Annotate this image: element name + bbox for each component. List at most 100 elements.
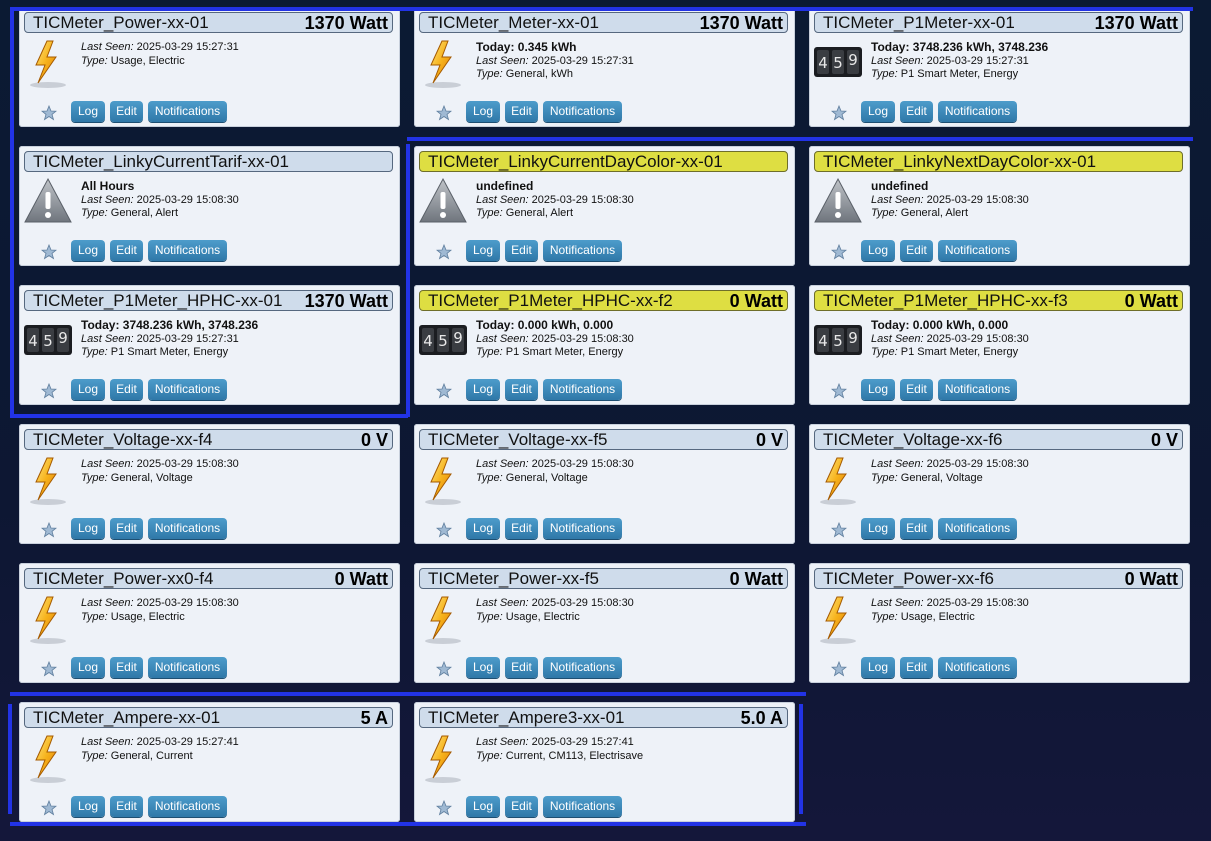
edit-button[interactable]: Edit [110,379,143,400]
log-button[interactable]: Log [71,240,105,261]
favorite-star-icon[interactable] [435,382,453,399]
alert-icon[interactable] [23,176,73,226]
device-name[interactable]: TICMeter_LinkyCurrentTarif-xx-01 [33,152,289,172]
log-button[interactable]: Log [71,379,105,400]
notifications-button[interactable]: Notifications [543,379,622,400]
favorite-star-icon[interactable] [40,521,58,538]
edit-button[interactable]: Edit [110,240,143,261]
lightning-icon[interactable] [418,37,468,88]
notifications-button[interactable]: Notifications [938,379,1017,400]
device-name[interactable]: TICMeter_Voltage-xx-f6 [823,430,1003,450]
device-title-bar[interactable]: TICMeter_Voltage-xx-f6 0 V [814,429,1183,450]
alert-icon[interactable] [418,176,468,226]
edit-button[interactable]: Edit [110,518,143,539]
notifications-button[interactable]: Notifications [148,379,227,400]
notifications-button[interactable]: Notifications [543,240,622,261]
edit-button[interactable]: Edit [900,379,933,400]
device-name[interactable]: TICMeter_Power-xx-01 [33,13,209,33]
notifications-button[interactable]: Notifications [938,101,1017,122]
device-title-bar[interactable]: TICMeter_P1Meter-xx-01 1370 Watt [814,12,1183,33]
edit-button[interactable]: Edit [110,101,143,122]
edit-button[interactable]: Edit [505,379,538,400]
notifications-button[interactable]: Notifications [543,657,622,678]
favorite-star-icon[interactable] [435,799,453,816]
device-name[interactable]: TICMeter_P1Meter_HPHC-xx-f2 [428,291,673,311]
log-button[interactable]: Log [861,240,895,261]
favorite-star-icon[interactable] [40,660,58,677]
device-title-bar[interactable]: TICMeter_P1Meter_HPHC-xx-f3 0 Watt [814,290,1183,311]
device-name[interactable]: TICMeter_P1Meter_HPHC-xx-f3 [823,291,1068,311]
lightning-icon[interactable] [23,37,73,88]
log-button[interactable]: Log [71,518,105,539]
device-name[interactable]: TICMeter_Ampere-xx-01 [33,708,220,728]
notifications-button[interactable]: Notifications [543,101,622,122]
favorite-star-icon[interactable] [830,521,848,538]
log-button[interactable]: Log [466,240,500,261]
log-button[interactable]: Log [466,101,500,122]
device-title-bar[interactable]: TICMeter_Ampere-xx-01 5 A [24,707,393,728]
log-button[interactable]: Log [466,518,500,539]
favorite-star-icon[interactable] [830,382,848,399]
log-button[interactable]: Log [71,101,105,122]
meter-counter-icon[interactable]: 459 [23,315,73,365]
device-title-bar[interactable]: TICMeter_Meter-xx-01 1370 Watt [419,12,788,33]
device-title-bar[interactable]: TICMeter_LinkyNextDayColor-xx-01 [814,151,1183,172]
device-name[interactable]: TICMeter_Ampere3-xx-01 [428,708,625,728]
notifications-button[interactable]: Notifications [148,657,227,678]
log-button[interactable]: Log [466,379,500,400]
device-title-bar[interactable]: TICMeter_P1Meter_HPHC-xx-f2 0 Watt [419,290,788,311]
favorite-star-icon[interactable] [830,104,848,121]
edit-button[interactable]: Edit [505,796,538,817]
favorite-star-icon[interactable] [435,660,453,677]
device-name[interactable]: TICMeter_LinkyNextDayColor-xx-01 [823,152,1096,172]
lightning-icon[interactable] [23,454,73,505]
notifications-button[interactable]: Notifications [938,240,1017,261]
log-button[interactable]: Log [861,518,895,539]
log-button[interactable]: Log [71,657,105,678]
lightning-icon[interactable] [813,454,863,505]
meter-counter-icon[interactable]: 459 [813,315,863,365]
device-title-bar[interactable]: TICMeter_Voltage-xx-f5 0 V [419,429,788,450]
edit-button[interactable]: Edit [505,240,538,261]
favorite-star-icon[interactable] [40,382,58,399]
device-title-bar[interactable]: TICMeter_Power-xx-f6 0 Watt [814,568,1183,589]
meter-counter-icon[interactable]: 459 [418,315,468,365]
notifications-button[interactable]: Notifications [938,518,1017,539]
device-title-bar[interactable]: TICMeter_LinkyCurrentTarif-xx-01 [24,151,393,172]
favorite-star-icon[interactable] [830,660,848,677]
device-title-bar[interactable]: TICMeter_P1Meter_HPHC-xx-01 1370 Watt [24,290,393,311]
favorite-star-icon[interactable] [40,104,58,121]
lightning-icon[interactable] [418,593,468,644]
device-name[interactable]: TICMeter_Meter-xx-01 [428,13,599,33]
lightning-icon[interactable] [23,732,73,783]
device-name[interactable]: TICMeter_P1Meter_HPHC-xx-01 [33,291,282,311]
edit-button[interactable]: Edit [505,657,538,678]
device-name[interactable]: TICMeter_Power-xx-f5 [428,569,599,589]
lightning-icon[interactable] [23,593,73,644]
log-button[interactable]: Log [71,796,105,817]
lightning-icon[interactable] [813,593,863,644]
device-title-bar[interactable]: TICMeter_Power-xx-f5 0 Watt [419,568,788,589]
notifications-button[interactable]: Notifications [148,101,227,122]
device-name[interactable]: TICMeter_Voltage-xx-f5 [428,430,608,450]
edit-button[interactable]: Edit [900,240,933,261]
log-button[interactable]: Log [861,657,895,678]
favorite-star-icon[interactable] [830,243,848,260]
edit-button[interactable]: Edit [900,657,933,678]
device-title-bar[interactable]: TICMeter_Voltage-xx-f4 0 V [24,429,393,450]
device-name[interactable]: TICMeter_LinkyCurrentDayColor-xx-01 [428,152,723,172]
device-title-bar[interactable]: TICMeter_Ampere3-xx-01 5.0 A [419,707,788,728]
device-title-bar[interactable]: TICMeter_Power-xx0-f4 0 Watt [24,568,393,589]
edit-button[interactable]: Edit [110,796,143,817]
lightning-icon[interactable] [418,732,468,783]
device-name[interactable]: TICMeter_Power-xx-f6 [823,569,994,589]
device-name[interactable]: TICMeter_P1Meter-xx-01 [823,13,1015,33]
edit-button[interactable]: Edit [505,101,538,122]
favorite-star-icon[interactable] [435,521,453,538]
log-button[interactable]: Log [466,657,500,678]
edit-button[interactable]: Edit [900,518,933,539]
device-name[interactable]: TICMeter_Power-xx0-f4 [33,569,213,589]
meter-counter-icon[interactable]: 459 [813,37,863,87]
edit-button[interactable]: Edit [505,518,538,539]
notifications-button[interactable]: Notifications [543,518,622,539]
